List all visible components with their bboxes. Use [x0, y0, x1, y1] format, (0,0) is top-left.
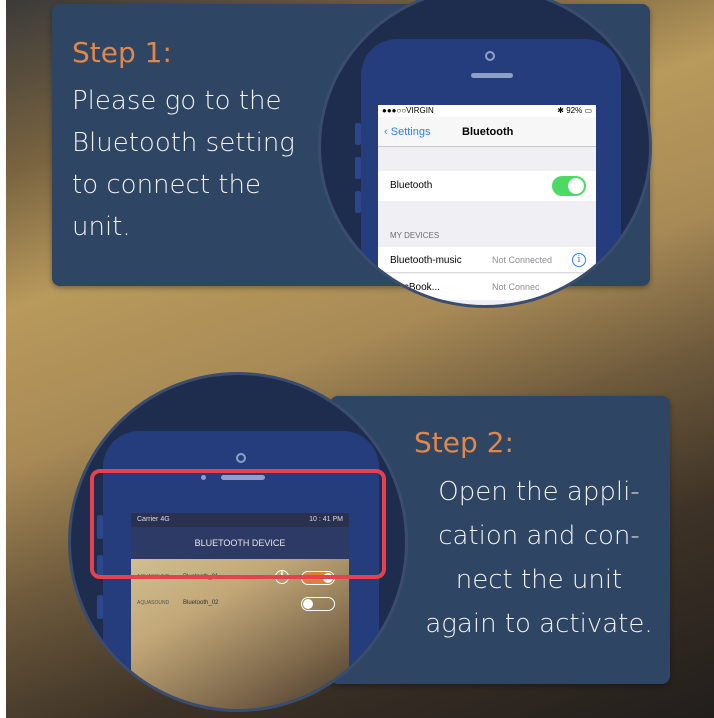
- ios-device-row[interactable]: MacBook... Not Connec: [378, 274, 596, 300]
- step2-title: Step 2:: [414, 426, 514, 459]
- ios-bluetooth-screen: ●●●○○VIRGIN ✱ 92% ▭ ‹ Settings Bluetooth…: [378, 105, 596, 305]
- ios-device-row[interactable]: Bluetooth-music Not Connected i: [378, 247, 596, 273]
- device-brand: AQUASOUND: [137, 600, 170, 606]
- ios-section-header: MY DEVICES: [390, 231, 440, 240]
- info-icon[interactable]: i: [572, 253, 586, 267]
- ios-carrier: ●●●○○VIRGIN: [382, 106, 434, 115]
- ios-battery: ✱ 92% ▭: [557, 106, 592, 115]
- ios-nav-title: Bluetooth: [462, 126, 514, 138]
- ios-status-bar: ●●●○○VIRGIN ✱ 92% ▭: [378, 105, 596, 117]
- ios-device-status: Not Connec: [492, 282, 540, 292]
- app-device-row[interactable]: AQUASOUND Bluetooth_02: [137, 593, 343, 615]
- step1-title: Step 1:: [72, 36, 172, 69]
- step2-instructions: Open the appli- cation and con- nect the…: [425, 477, 653, 639]
- device-toggle[interactable]: [301, 597, 335, 611]
- ios-device-status: Not Connected: [492, 255, 553, 265]
- page-edge: [0, 0, 6, 718]
- ios-nav-bar: ‹ Settings Bluetooth: [378, 117, 596, 147]
- phone-side-button: [97, 595, 103, 619]
- ios-bluetooth-row: Bluetooth: [378, 171, 596, 201]
- highlight-box: [90, 469, 386, 579]
- phone-side-button: [355, 123, 361, 145]
- ios-back-label: Settings: [390, 126, 431, 138]
- camera-icon: [485, 51, 495, 61]
- ios-bluetooth-toggle[interactable]: [552, 176, 586, 196]
- ios-device-name: MacBook...: [390, 282, 441, 293]
- phone-side-button: [355, 157, 361, 179]
- ios-back-button[interactable]: ‹ Settings: [384, 126, 430, 138]
- ios-bluetooth-label: Bluetooth: [390, 180, 433, 191]
- phone-side-button: [355, 191, 361, 213]
- camera-icon: [236, 453, 246, 463]
- ios-device-name: Bluetooth-music: [390, 255, 462, 266]
- device-name: Bluetooth_02: [183, 600, 219, 606]
- step1-instructions: Please go to the Bluetooth setting to co…: [72, 86, 295, 242]
- step1-phone-illustration: ●●●○○VIRGIN ✱ 92% ▭ ‹ Settings Bluetooth…: [318, 0, 652, 308]
- speaker-icon: [471, 73, 513, 78]
